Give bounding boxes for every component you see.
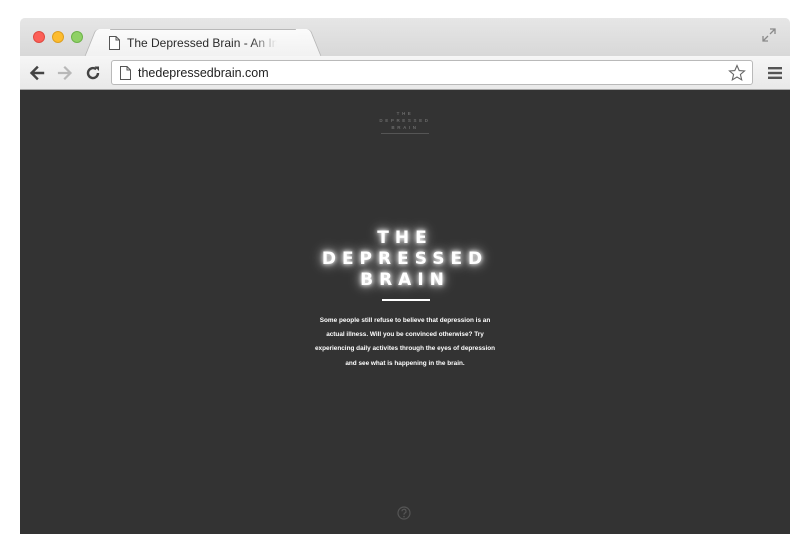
back-arrow-icon[interactable] bbox=[28, 64, 46, 82]
site-logo-line-2: DEPRESSED bbox=[379, 118, 431, 123]
zoom-window-button[interactable] bbox=[71, 31, 83, 43]
bookmark-star-icon[interactable] bbox=[728, 64, 746, 82]
menu-icon[interactable] bbox=[768, 66, 782, 80]
hero-title-line-2: DEPRESSED bbox=[321, 249, 489, 269]
fullscreen-icon[interactable] bbox=[762, 28, 776, 42]
close-window-button[interactable] bbox=[33, 31, 45, 43]
page-icon bbox=[120, 66, 131, 80]
hero-title-line-1: THE bbox=[377, 228, 433, 248]
tab-active[interactable]: The Depressed Brain - An Interactive Exp… bbox=[98, 29, 308, 56]
intro-description: Some people still refuse to believe that… bbox=[314, 317, 496, 367]
browser-toolbar: thedepressedbrain.com bbox=[20, 56, 790, 90]
hero-divider bbox=[382, 299, 430, 301]
page-content: THE DEPRESSED BRAIN THE DEPRESSED BRAIN … bbox=[20, 90, 790, 534]
url-text[interactable]: thedepressedbrain.com bbox=[138, 66, 269, 80]
site-logo-line-3: BRAIN bbox=[391, 125, 419, 130]
hero-title: THE DEPRESSED BRAIN bbox=[305, 228, 505, 291]
tab-bar: The Depressed Brain - An Interactive Exp… bbox=[20, 18, 790, 56]
site-logo[interactable]: THE DEPRESSED BRAIN bbox=[372, 110, 438, 134]
reload-icon[interactable] bbox=[84, 64, 102, 82]
question-mark-icon[interactable] bbox=[397, 506, 411, 520]
site-logo-line-1: THE bbox=[396, 111, 414, 116]
hero-title-line-3: BRAIN bbox=[360, 270, 450, 290]
browser-window: The Depressed Brain - An Interactive Exp… bbox=[20, 18, 790, 534]
page-icon bbox=[109, 36, 120, 50]
address-bar[interactable]: thedepressedbrain.com bbox=[111, 60, 753, 85]
minimize-window-button[interactable] bbox=[52, 31, 64, 43]
logo-underline bbox=[381, 133, 429, 134]
tab-title: The Depressed Brain - An Interactive Exp… bbox=[127, 36, 277, 50]
forward-arrow-icon[interactable] bbox=[56, 64, 74, 82]
